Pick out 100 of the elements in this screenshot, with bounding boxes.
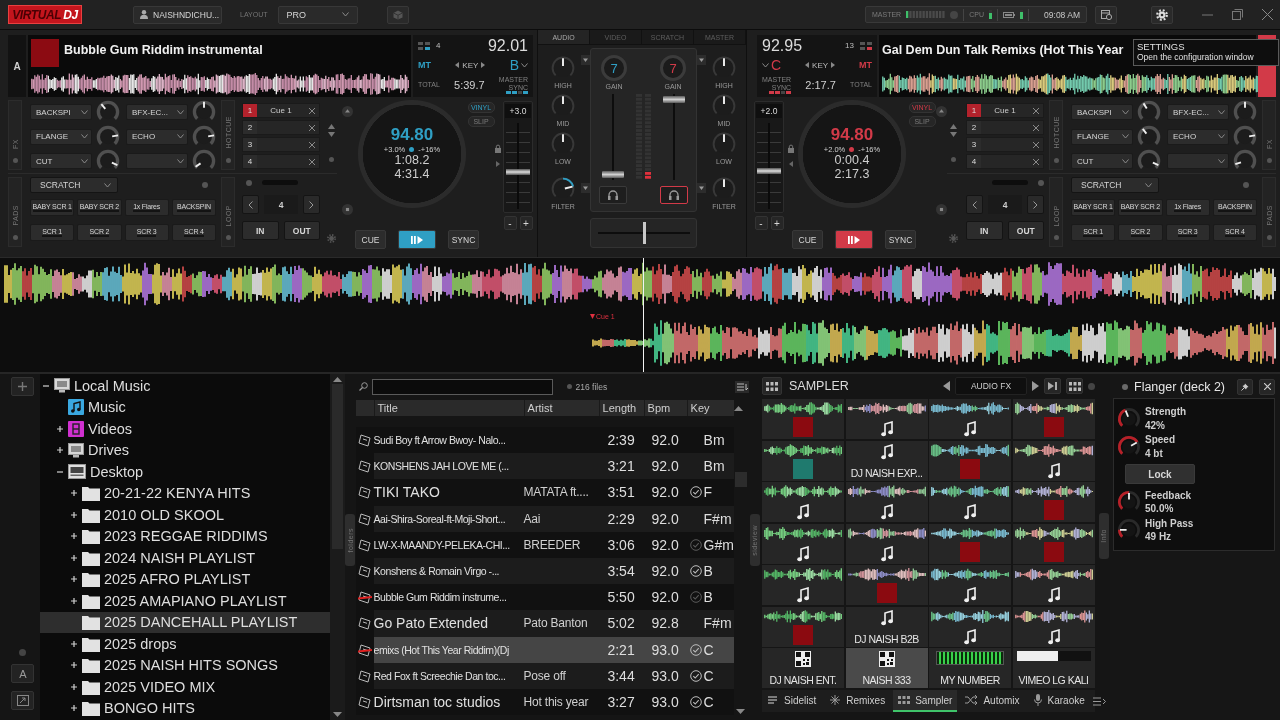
master-tempo-button[interactable]: MT — [418, 60, 431, 71]
scroll-down-icon[interactable] — [332, 712, 342, 717]
expand-icon[interactable] — [55, 446, 64, 455]
column-header[interactable]: Artist — [523, 400, 599, 416]
pitch-down-button[interactable]: - — [503, 216, 517, 230]
loop-in-button[interactable]: IN — [242, 221, 279, 240]
tree-row[interactable]: Local Music — [39, 375, 330, 397]
tree-row[interactable]: Videos — [39, 418, 330, 440]
tree-row[interactable]: 2025 VIDEO MIX — [39, 676, 330, 698]
dropdown-arrow-icon[interactable] — [697, 55, 706, 65]
gain-knob[interactable]: 7 — [660, 55, 686, 81]
sample-pad[interactable] — [1012, 482, 1095, 522]
master-tempo-button[interactable]: MT — [859, 60, 872, 71]
lock-button[interactable]: Lock — [1125, 463, 1195, 485]
column-header[interactable]: Title — [373, 400, 524, 416]
tree-row[interactable]: Drives — [39, 439, 330, 461]
delete-icon[interactable] — [309, 124, 315, 131]
tree-row[interactable]: Desktop — [39, 461, 330, 483]
sample-pad[interactable]: NAISH 333 — [845, 648, 928, 688]
gain-knob[interactable]: 7 — [601, 55, 627, 81]
effect-dropdown[interactable]: ECHO — [1167, 128, 1229, 145]
next-bank-icon[interactable] — [1032, 381, 1039, 391]
expand-icon[interactable] — [69, 596, 78, 605]
bank-selector[interactable]: AUDIO FX — [955, 377, 1027, 395]
panel-tab[interactable]: Sampler — [893, 690, 958, 712]
track-row[interactable]: LW-X-MAANDY-PELEKA-CHI... BREEDER 3:06 92.0 G#m — [355, 531, 734, 558]
expand-icon[interactable] — [69, 639, 78, 648]
tree-row[interactable]: BONGO HITS — [39, 697, 330, 719]
loop-in-button[interactable]: IN — [966, 221, 1003, 240]
tree-row[interactable]: 2025 AMAPIANO PLAYLIST — [39, 590, 330, 612]
tree-row[interactable]: Music — [39, 396, 330, 418]
panel-tab[interactable]: Automix — [960, 690, 1025, 712]
scroll-down-icon[interactable] — [736, 709, 746, 714]
sample-pad[interactable] — [762, 523, 844, 564]
panel-tab[interactable]: Karaoke — [1027, 690, 1090, 712]
sample-pad[interactable] — [929, 606, 1011, 647]
loop-halve-button[interactable] — [242, 195, 259, 214]
sample-pad[interactable] — [762, 565, 844, 605]
cue-button[interactable]: CUE — [355, 230, 386, 249]
pitch-slider-track[interactable] — [757, 123, 781, 209]
track-row[interactable]: emixs (Hot This Year Riddim)(Dj 2:21 93.0 C — [355, 636, 734, 663]
expand-icon[interactable] — [69, 510, 78, 519]
effect-dropdown[interactable]: ECHO — [126, 128, 188, 145]
grid-view-button[interactable] — [1066, 378, 1083, 394]
sync-button[interactable]: SYNC — [885, 230, 916, 249]
track-row[interactable]: Go Pato Extended Pato Banton 5:02 92.8 F#m — [355, 610, 734, 637]
delete-icon[interactable] — [1033, 124, 1039, 131]
close-button[interactable] — [1259, 378, 1275, 395]
triangle-icon[interactable] — [789, 161, 793, 167]
key-up-icon[interactable] — [831, 62, 836, 69]
key-down-icon[interactable] — [455, 62, 460, 69]
track-row[interactable]: Red Fox ft Screechie Dan toc... Pose off 3:44 93.0 C — [355, 662, 734, 689]
tree-row[interactable]: 2025 AFRO PLAYLIST — [39, 568, 330, 590]
hotcue-number[interactable]: 4 — [243, 155, 257, 168]
scrollbar-thumb[interactable] — [734, 472, 747, 487]
delete-icon[interactable] — [1033, 107, 1039, 114]
down-arrow-icon[interactable] — [327, 132, 335, 137]
expand-icon[interactable] — [69, 661, 78, 670]
dropdown-arrow-icon[interactable] — [581, 183, 590, 193]
expand-icon[interactable] — [69, 553, 78, 562]
scroll-up-icon[interactable] — [332, 377, 342, 382]
panel-tab[interactable]: Remixes — [824, 690, 891, 712]
hotcue-number[interactable]: 4 — [967, 155, 981, 168]
track-row[interactable]: Sudi Boy ft Arrow Bwoy- Nalo... 2:39 92.0 Bm — [355, 427, 734, 454]
sample-pad[interactable] — [1012, 399, 1095, 439]
pitch-up-button[interactable]: + — [770, 216, 784, 230]
pitch-slider-handle[interactable] — [757, 167, 781, 174]
pad-mode-dropdown[interactable]: SCRATCH — [1071, 177, 1159, 193]
sample-pad[interactable] — [762, 440, 844, 481]
eject-icon[interactable] — [341, 106, 353, 117]
sample-pad[interactable] — [845, 399, 928, 439]
pin-button[interactable] — [1237, 378, 1253, 395]
pitch-down-button[interactable]: - — [754, 216, 768, 230]
user-button[interactable]: NAISHNDICHU... — [133, 5, 222, 24]
play-pause-button[interactable] — [835, 230, 873, 249]
sample-pad[interactable] — [1012, 606, 1095, 647]
dropdown-arrow-icon[interactable] — [697, 183, 706, 193]
expand-icon[interactable] — [69, 704, 78, 713]
effect-dropdown[interactable]: BACKSPI — [30, 104, 92, 120]
layout-dropdown[interactable]: PRO — [277, 5, 358, 24]
loop-double-button[interactable] — [303, 195, 320, 214]
scroll-up-icon[interactable] — [733, 405, 743, 411]
headphone-cue-button[interactable] — [660, 186, 688, 204]
loop-out-button[interactable]: OUT — [283, 221, 320, 240]
effect-dropdown[interactable]: FLANGE — [30, 128, 92, 145]
effect-dropdown[interactable]: FLANGE — [1071, 128, 1133, 145]
list-options-icon[interactable] — [735, 380, 749, 393]
pitch-up-button[interactable]: + — [519, 216, 533, 230]
delete-icon[interactable] — [309, 141, 315, 148]
up-arrow-icon[interactable] — [949, 124, 957, 129]
effect-dropdown[interactable]: BACKSPI — [1071, 104, 1133, 120]
sample-pad[interactable] — [845, 565, 928, 605]
loop-out-button[interactable]: OUT — [1007, 221, 1044, 240]
maximize-button[interactable] — [1229, 6, 1245, 23]
track-row[interactable]: TIKI TAKO MATATA ft.... 3:51 92.0 F — [355, 479, 734, 506]
crossfader-handle[interactable] — [642, 222, 646, 244]
close-button[interactable] — [1259, 6, 1275, 23]
up-arrow-icon[interactable] — [327, 124, 335, 129]
triangle-icon[interactable] — [496, 161, 500, 167]
key-down-icon[interactable] — [805, 62, 810, 69]
